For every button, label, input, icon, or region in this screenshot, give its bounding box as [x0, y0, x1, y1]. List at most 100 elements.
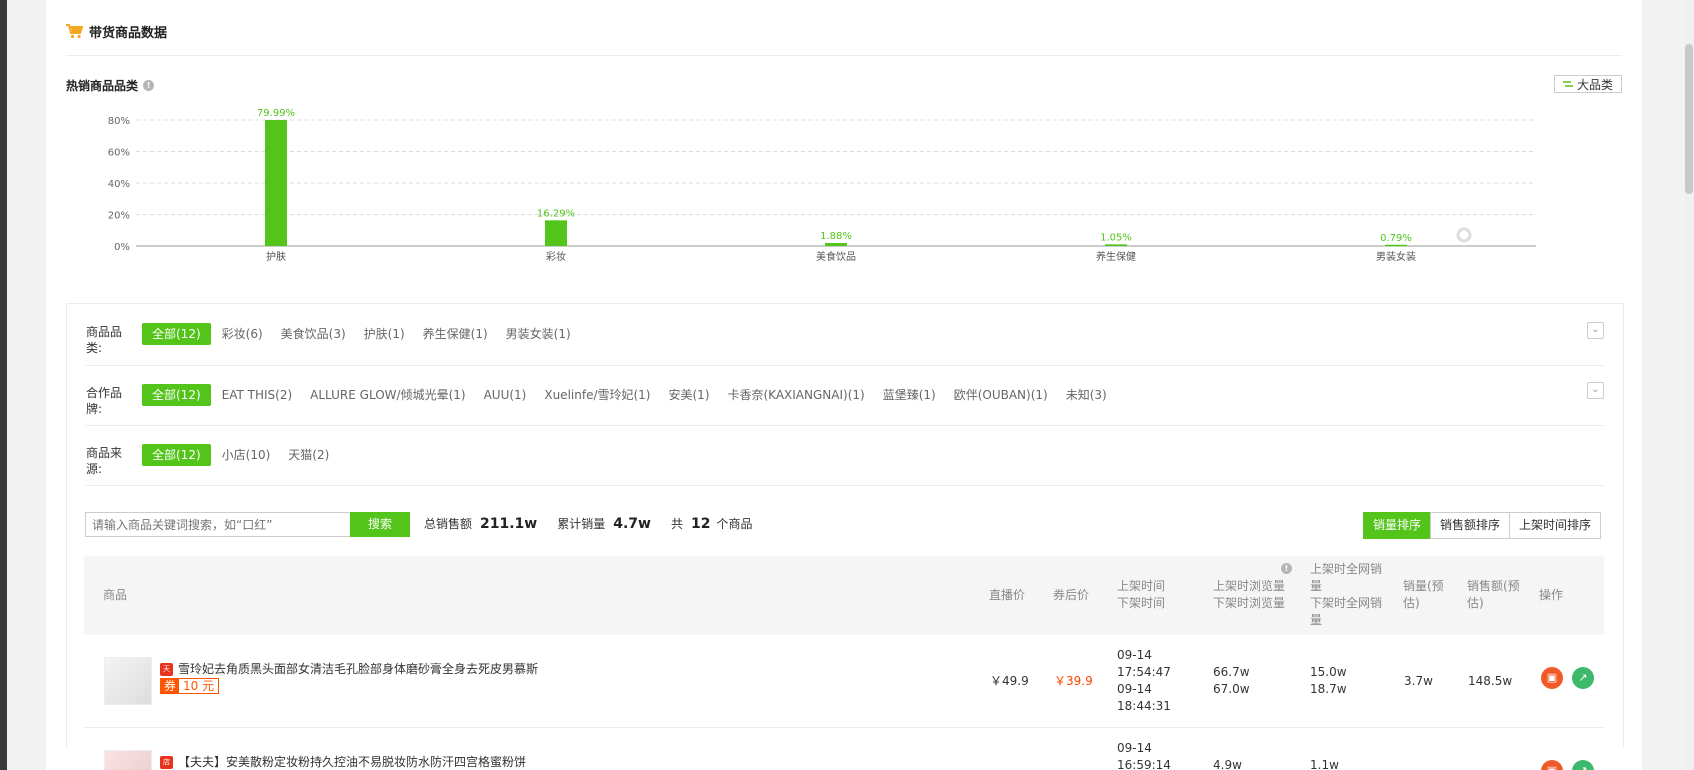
coupon-tag: 券 10 元	[160, 678, 220, 695]
category-filter-option[interactable]: 全部(12)	[142, 323, 211, 345]
total-gmv-label: 总销售额	[424, 517, 473, 531]
col-operation: 操作	[1539, 588, 1564, 602]
brand-filter-label: 合作品牌:	[86, 386, 123, 416]
source-filter-option[interactable]: 天猫(2)	[279, 444, 338, 466]
scrollbar-thumb[interactable]	[1685, 44, 1693, 194]
big-category-label: 大品类	[1576, 77, 1613, 92]
bar	[1105, 244, 1127, 246]
coupon-label: 券	[161, 679, 180, 693]
sales-value: 3.7w	[1404, 674, 1433, 688]
brand-filter-option[interactable]: 全部(12)	[142, 384, 211, 406]
brand-filter-row: 合作品牌: 全部(12) EAT THIS(2) ALLURE GLOW/倾城光晕(…	[86, 366, 1604, 426]
category-filter-option[interactable]: 彩妆(6)	[213, 323, 272, 345]
big-category-toggle[interactable]: 大品类	[1553, 75, 1622, 93]
sort-by-sales-button[interactable]: 销量排序	[1363, 512, 1432, 539]
brand-filter-option[interactable]: AUU(1)	[475, 384, 536, 406]
total-count-suffix: 个商品	[716, 517, 753, 531]
net-up: 1.1w	[1310, 758, 1339, 770]
watermark-logo-icon	[1456, 227, 1472, 243]
sort-by-time-button[interactable]: 上架时间排序	[1509, 512, 1602, 539]
source-filter-option[interactable]: 全部(12)	[142, 444, 211, 466]
divider	[66, 55, 1622, 56]
views-down: 67.0w	[1213, 682, 1250, 696]
source-filter-option[interactable]: 小店(10)	[213, 444, 280, 466]
live-price: ￥49.9	[990, 674, 1029, 688]
col-time-up: 上架时间	[1117, 579, 1166, 593]
category-filter-option[interactable]: 养生保健(1)	[414, 323, 497, 345]
product-name[interactable]: 【夫夫】安美散粉定妆粉持久控油不易脱妆防水防汗四宫格蜜粉饼	[178, 755, 526, 769]
hot-category-bar-chart: 0% 20% 40% 60% 80% 79.99% 护肤 16.29% 彩妆 1.88% 美食饮品 1…	[108, 108, 1536, 263]
source-filter-row: 商品来源: 全部(12) 小店(10) 天猫(2)	[86, 426, 1604, 486]
shelf-times: 09-14 17:54:47 09-14 18:44:31	[1117, 647, 1171, 715]
summary-stats: 总销售额 211.1w 累计销量 4.7w 共 12 个商品	[424, 515, 753, 532]
search-input[interactable]	[85, 512, 350, 537]
product-name-line[interactable]: 天雪玲妃去角质黑头面部女清洁毛孔脸部身体磨砂膏全身去死皮男慕斯	[160, 661, 538, 678]
brand-filter-option[interactable]: 卡香奈(KAXIANGNAI)(1)	[719, 384, 874, 406]
total-count-value: 12	[691, 516, 711, 532]
table-row[interactable]: 天雪玲妃去角质黑头面部女清洁毛孔脸部身体磨砂膏全身去死皮男慕斯 券 10 元 ￥4…	[84, 635, 1604, 728]
bar-value-label: 16.29%	[537, 208, 575, 219]
col-shelf-time[interactable]: 上架时间 下架时间	[1117, 578, 1165, 612]
col-time-down: 下架时间	[1117, 596, 1166, 610]
shop-bag-icon[interactable]: ▣	[1541, 667, 1563, 689]
search-button[interactable]: 搜索	[350, 512, 410, 537]
page-scrollbar[interactable]	[1684, 0, 1694, 770]
search-bar: 搜索	[85, 512, 410, 537]
x-tick-label: 彩妆	[546, 250, 566, 263]
brand-filter-option[interactable]: Xuelinfe/雪玲妃(1)	[535, 384, 659, 406]
bar-value-label: 1.05%	[1100, 232, 1132, 243]
category-filter-option[interactable]: 美食饮品(3)	[272, 323, 355, 345]
col-net-sales[interactable]: 上架时全网销 量 下架时全网销 量	[1310, 561, 1390, 629]
col-product: 商品	[103, 588, 128, 602]
bar-value-label: 0.79%	[1380, 233, 1412, 244]
x-tick-label: 美食饮品	[816, 250, 856, 263]
product-thumbnail[interactable]	[104, 750, 152, 770]
brand-expand-icon[interactable]: ⌄	[1587, 382, 1604, 399]
category-filter-label: 商品品类:	[86, 325, 123, 355]
sort-by-gmv-button[interactable]: 销售额排序	[1430, 512, 1511, 539]
col-views[interactable]: 上架时浏览量 下架时浏览量	[1213, 578, 1285, 612]
col-sales-2: 估)	[1403, 596, 1420, 610]
net-up: 15.0w	[1310, 665, 1347, 679]
views: 66.7w 67.0w	[1213, 664, 1250, 698]
info-icon[interactable]: !	[143, 80, 155, 91]
y-tick-label: 80%	[108, 116, 130, 127]
product-name-line[interactable]: 店【夫夫】安美散粉定妆粉持久控油不易脱妆防水防汗四宫格蜜粉饼	[160, 754, 526, 770]
date-up: 09-14	[1117, 648, 1152, 662]
trend-chart-icon[interactable]: ↗	[1572, 667, 1594, 689]
product-thumbnail[interactable]	[104, 657, 152, 705]
col-gmv[interactable]: 销售额(预 估)	[1467, 578, 1520, 612]
brand-filter-option[interactable]: EAT THIS(2)	[213, 384, 302, 406]
brand-filter-option[interactable]: 欧伴(OUBAN)(1)	[945, 384, 1057, 406]
y-tick-label: 20%	[108, 211, 130, 222]
x-tick-label: 男装女装	[1376, 250, 1416, 263]
views-info-icon[interactable]: !	[1281, 563, 1292, 574]
table-row[interactable]: 店【夫夫】安美散粉定妆粉持久控油不易脱妆防水防汗四宫格蜜粉饼 09-14 16:…	[84, 728, 1604, 770]
net-sales: 15.0w 18.7w	[1310, 664, 1347, 698]
col-coupon-price[interactable]: 券后价	[1053, 587, 1089, 604]
brand-filter-option[interactable]: 未知(3)	[1057, 384, 1116, 406]
brand-filter-option[interactable]: 蓝堡臻(1)	[874, 384, 945, 406]
store-badge-icon: 店	[160, 756, 173, 769]
product-name[interactable]: 雪玲妃去角质黑头面部女清洁毛孔脸部身体磨砂膏全身去死皮男慕斯	[178, 662, 538, 676]
shop-bag-icon[interactable]: ▣	[1541, 760, 1563, 770]
y-tick-label: 60%	[108, 148, 130, 159]
brand-filter-option[interactable]: ALLURE GLOW/倾城光晕(1)	[301, 384, 474, 406]
col-sales[interactable]: 销量(预 估)	[1403, 578, 1444, 612]
time-up: 17:54:47	[1117, 665, 1171, 679]
coupon-price: ￥39.9	[1054, 674, 1093, 688]
panel-title: 带货商品数据	[66, 22, 167, 41]
total-gmv-value: 211.1w	[480, 516, 538, 532]
brand-filter-option[interactable]: 安美(1)	[660, 384, 719, 406]
category-filter-option[interactable]: 护肤(1)	[355, 323, 414, 345]
total-count-prefix: 共	[670, 517, 683, 531]
col-live-price[interactable]: 直播价	[989, 587, 1025, 604]
tmall-badge-icon: 天	[160, 663, 173, 676]
trend-chart-icon[interactable]: ↗	[1572, 760, 1594, 770]
bar	[265, 120, 287, 246]
category-filter-option[interactable]: 男装女装(1)	[497, 323, 580, 345]
category-expand-icon[interactable]: ⌄	[1587, 322, 1604, 339]
total-sales-label: 累计销量	[557, 517, 606, 531]
panel-title-text: 带货商品数据	[89, 26, 168, 41]
left-dark-strip	[0, 0, 7, 770]
